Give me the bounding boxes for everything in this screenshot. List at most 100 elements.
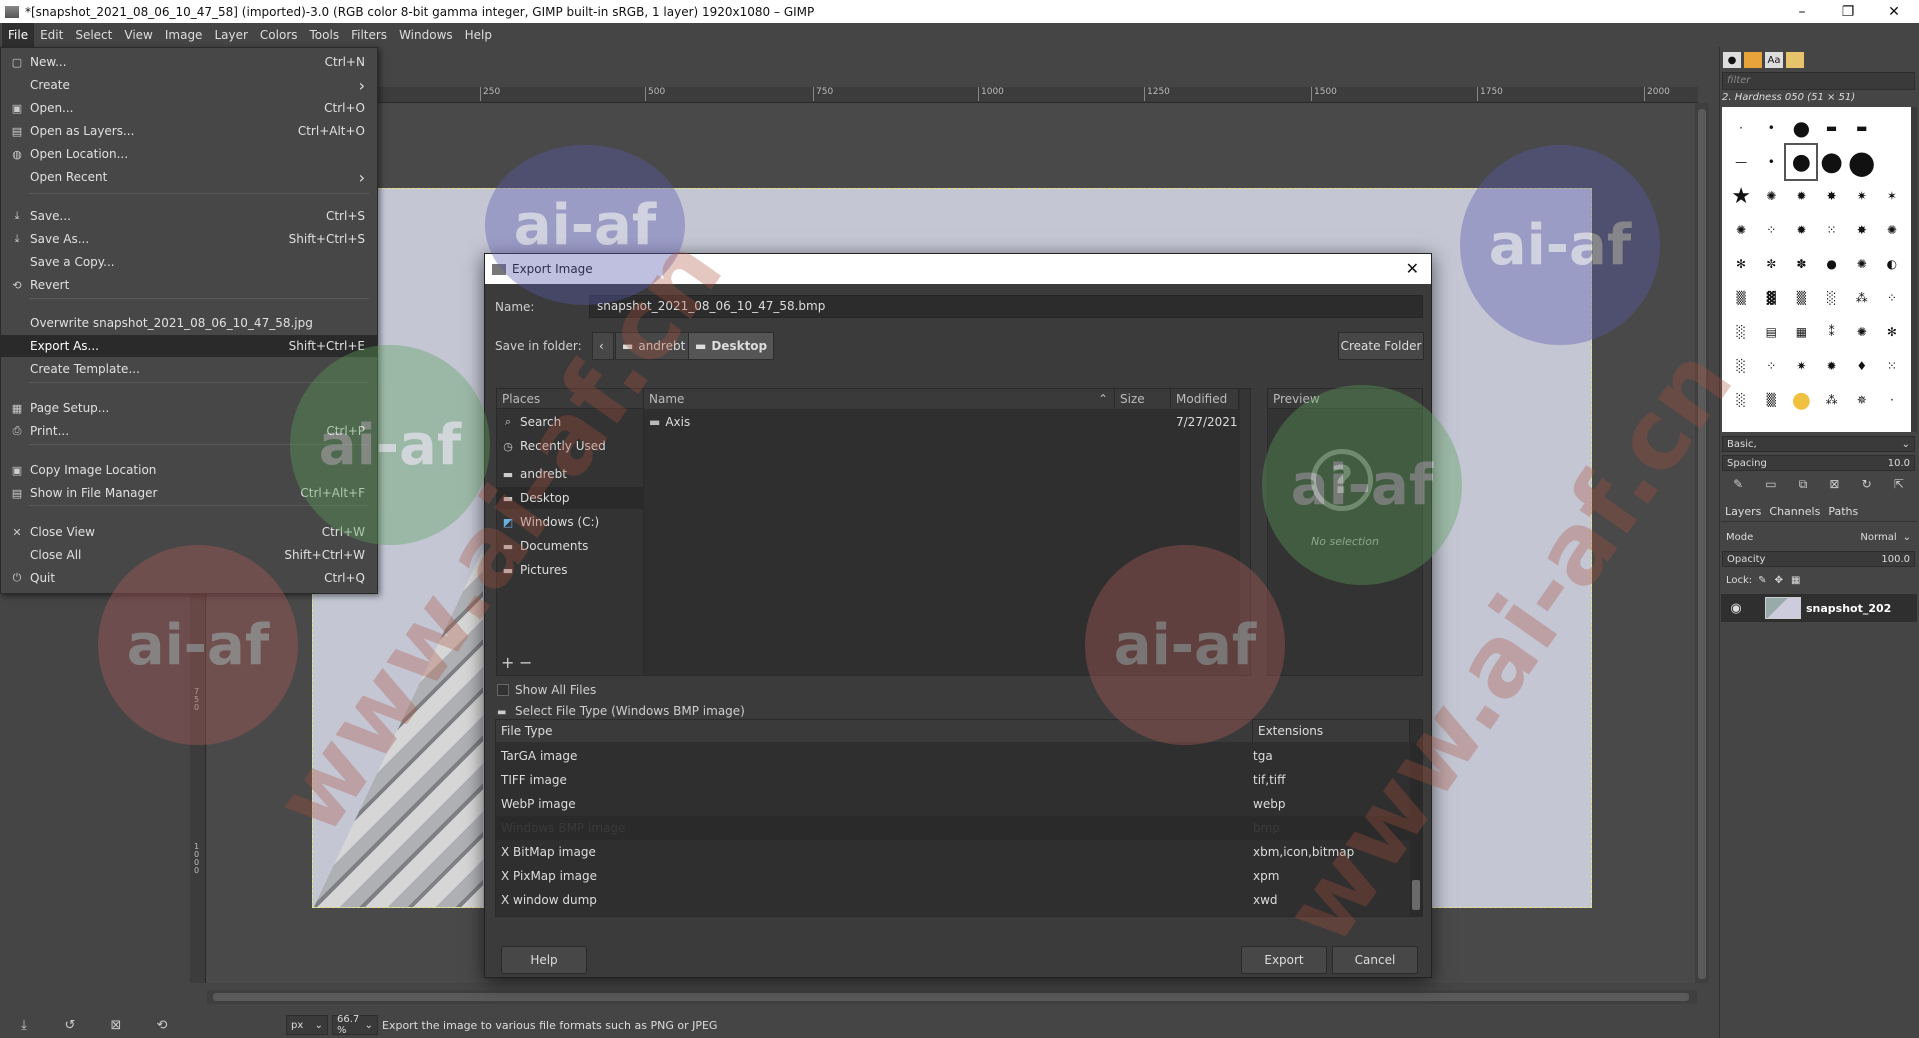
file-menu-item[interactable]: Create › (1, 74, 377, 96)
brush-swatch[interactable]: ✻ (1726, 247, 1756, 281)
column-size[interactable]: Size (1115, 389, 1171, 409)
brush-swatch[interactable]: ● (1786, 111, 1816, 145)
brush-swatch[interactable]: ◐ (1877, 247, 1907, 281)
file-type-row[interactable]: X PixMap image xpm (496, 864, 1410, 888)
brush-swatch[interactable]: ▬ (1847, 111, 1877, 145)
brush-swatch[interactable]: ░ (1726, 349, 1756, 383)
brush-swatch[interactable]: ✸ (1816, 179, 1846, 213)
brush-swatch[interactable]: ▦ (1786, 315, 1816, 349)
brush-swatch-selected[interactable]: ● (1784, 143, 1819, 181)
brush-swatch[interactable]: ✹ (1816, 349, 1846, 383)
brush-swatch[interactable]: ⁑ (1816, 315, 1846, 349)
unit-select[interactable]: px ⌄ (286, 1015, 328, 1035)
close-window-button[interactable]: ✕ (1871, 0, 1917, 23)
new-brush-icon[interactable]: ▭ (1765, 477, 1776, 491)
file-menu-item[interactable]: Export As... Shift+Ctrl+E (1, 335, 377, 357)
layer-row[interactable]: ◉ snapshot_202 (1721, 594, 1917, 622)
minimize-button[interactable]: – (1779, 0, 1825, 23)
breadcrumb-andrebt[interactable]: ▬ andrebt (615, 332, 693, 360)
brush-swatch[interactable]: ✵ (1847, 383, 1877, 417)
place-search[interactable]: ⌕ Search (497, 411, 650, 433)
column-file-type[interactable]: File Type (496, 720, 1253, 742)
file-menu-item[interactable]: ⤓ Save As... Shift+Ctrl+S (1, 228, 377, 250)
brush-swatch[interactable]: ✺ (1726, 213, 1756, 247)
brush-swatch[interactable]: ✹ (1786, 213, 1816, 247)
opacity-slider[interactable]: Opacity 100.0 (1722, 551, 1915, 567)
file-menu-item[interactable]: ⤓ Save... Ctrl+S (1, 205, 377, 227)
brush-swatch[interactable]: ▓ (1756, 281, 1786, 315)
menu-colors[interactable]: Colors (254, 23, 304, 47)
refresh-brush-icon[interactable]: ↻ (1862, 477, 1872, 491)
place-desktop[interactable]: ▬ Desktop (497, 487, 650, 509)
vertical-scrollbar[interactable] (1695, 103, 1709, 983)
brush-swatch[interactable]: ▤ (1756, 315, 1786, 349)
menu-windows[interactable]: Windows (393, 23, 459, 47)
scrollbar-thumb[interactable] (1412, 880, 1420, 910)
create-folder-button[interactable]: Create Folder (1338, 332, 1424, 360)
brush-swatch[interactable]: ⁘ (1877, 281, 1907, 315)
brush-scrollbar[interactable] (1911, 107, 1917, 432)
place-documents[interactable]: ▬ Documents (497, 535, 650, 557)
maximize-button[interactable]: ❐ (1825, 0, 1871, 23)
file-menu-item[interactable]: ▦ Page Setup... (1, 397, 377, 419)
brush-swatch[interactable]: ▬ (1816, 111, 1846, 145)
brush-grid[interactable]: · • ● ▬ ▬ — • ● ● ● ★ ✺ ✹ ✸ ✷ ✶ ✺ ⁘ ✹ ⁙ … (1722, 107, 1911, 432)
brush-swatch[interactable]: ● (1816, 145, 1846, 179)
file-menu-item[interactable]: ⏻ Quit Ctrl+Q (1, 567, 377, 589)
brush-swatch[interactable]: ● (1786, 383, 1816, 417)
brush-swatch[interactable]: • (1756, 145, 1786, 179)
lock-alpha-icon[interactable]: ▦ (1791, 575, 1800, 586)
brush-swatch[interactable]: ▒ (1756, 383, 1786, 417)
file-menu-item[interactable]: ▣ Open... Ctrl+O (1, 97, 377, 119)
export-icon[interactable]: ⤓ (10, 1014, 38, 1036)
lock-position-icon[interactable]: ✥ (1775, 575, 1783, 586)
brush-swatch[interactable]: ♦ (1847, 349, 1877, 383)
place-home[interactable]: ▬ andrebt (497, 463, 650, 485)
file-list-scrollbar[interactable] (1240, 389, 1250, 675)
delete-brush-icon[interactable]: ⊠ (1829, 477, 1839, 491)
brush-swatch[interactable]: · (1726, 111, 1756, 145)
duplicate-brush-icon[interactable]: ⧉ (1799, 477, 1808, 492)
menu-help[interactable]: Help (459, 23, 498, 47)
file-menu-item[interactable]: Overwrite snapshot_2021_08_06_10_47_58.j… (1, 312, 377, 334)
brush-swatch[interactable]: ✷ (1786, 349, 1816, 383)
history-tab-icon[interactable] (1786, 52, 1804, 68)
file-menu-item[interactable]: ▣ Copy Image Location (1, 459, 377, 481)
visibility-eye-icon[interactable]: ◉ (1721, 601, 1751, 616)
file-type-row[interactable]: X window dump xwd (496, 888, 1410, 912)
brush-swatch[interactable] (1877, 111, 1907, 145)
brush-swatch[interactable]: ⁂ (1816, 383, 1846, 417)
brush-swatch[interactable]: ⁘ (1756, 213, 1786, 247)
horizontal-scrollbar[interactable] (207, 990, 1697, 1004)
brush-filter-input[interactable]: filter (1722, 72, 1915, 90)
menu-view[interactable]: View (118, 23, 158, 47)
brush-swatch[interactable]: ✹ (1786, 179, 1816, 213)
brush-swatch[interactable]: ░ (1726, 315, 1756, 349)
cancel-button[interactable]: Cancel (1332, 946, 1418, 974)
brush-swatch[interactable]: ✸ (1847, 213, 1877, 247)
brush-swatch[interactable]: ✼ (1756, 247, 1786, 281)
column-extensions[interactable]: Extensions (1253, 720, 1410, 742)
file-menu-item[interactable]: ▤ Show in File Manager Ctrl+Alt+F (1, 482, 377, 504)
file-menu-item[interactable]: ▤ Open as Layers... Ctrl+Alt+O (1, 120, 377, 142)
place-windows-drive[interactable]: ◩ Windows (C:) (497, 511, 650, 533)
file-menu-item[interactable]: ⟲ Revert (1, 274, 377, 296)
column-name[interactable]: Name ⌃ (644, 389, 1115, 409)
brush-swatch[interactable]: ⁘ (1756, 349, 1786, 383)
collapse-icon[interactable]: ▬ (497, 707, 506, 718)
show-all-files-checkbox[interactable] (497, 684, 509, 696)
brush-swatch[interactable]: ⁙ (1877, 349, 1907, 383)
file-type-scrollbar[interactable] (1410, 742, 1422, 916)
remove-place-button[interactable]: − (519, 653, 532, 672)
open-brush-icon[interactable]: ⇱ (1894, 477, 1904, 491)
scrollbar-thumb[interactable] (213, 993, 1689, 1001)
brushes-tab-icon[interactable]: ● (1723, 52, 1741, 68)
scrollbar-thumb[interactable] (1698, 109, 1706, 979)
brush-swatch[interactable]: ▒ (1726, 281, 1756, 315)
brush-swatch[interactable]: ✷ (1847, 179, 1877, 213)
brush-swatch[interactable]: ░ (1816, 281, 1846, 315)
tab-paths[interactable]: Paths (1824, 505, 1862, 518)
menu-select[interactable]: Select (69, 23, 118, 47)
file-menu-item[interactable]: ▢ New... Ctrl+N (1, 51, 377, 73)
brush-swatch[interactable]: ⁂ (1847, 281, 1877, 315)
